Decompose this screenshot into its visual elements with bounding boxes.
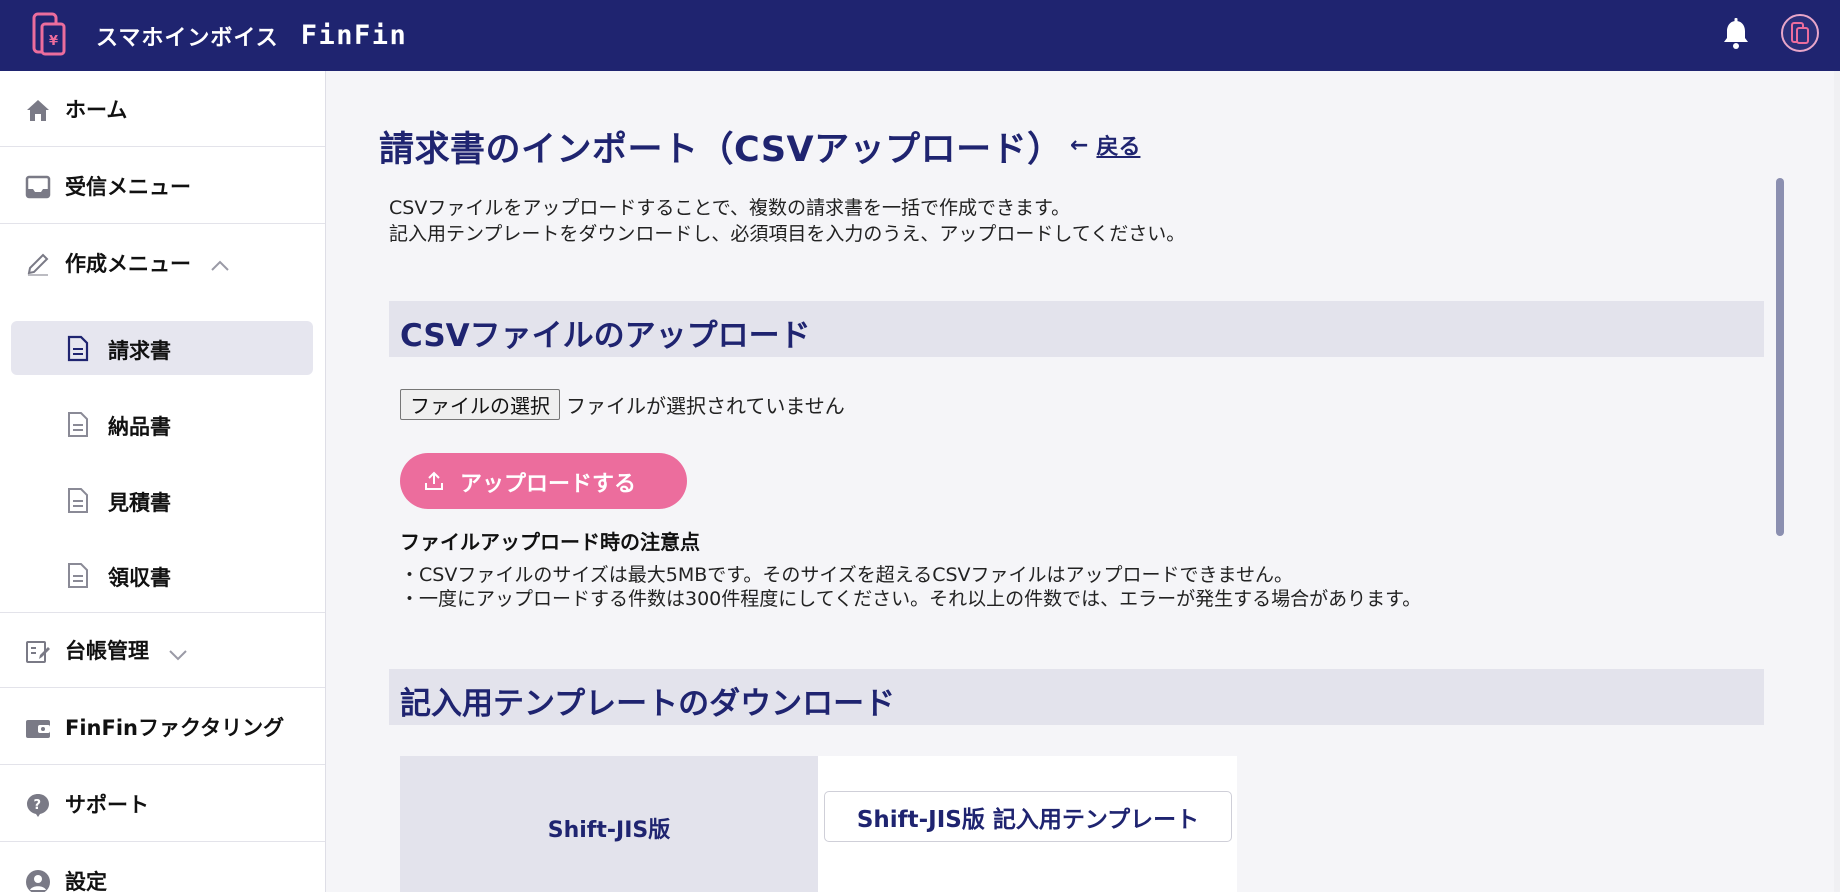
help-icon: ? xyxy=(24,792,52,818)
sidebar-item-label: 台帳管理 xyxy=(65,639,149,663)
top-header: ¥ スマホインボイス FinFin xyxy=(0,0,1840,71)
download-template-button[interactable]: Shift-JIS版 記入用テンプレート xyxy=(824,791,1232,842)
back-link-label: 戻る xyxy=(1096,135,1141,160)
sidebar-item-support[interactable]: ? サポート xyxy=(0,766,325,842)
sub-item-label: 見積書 xyxy=(108,491,171,515)
upload-button[interactable]: アップロードする xyxy=(400,453,687,509)
inbox-icon xyxy=(24,174,52,200)
document-icon xyxy=(67,562,89,589)
sidebar-item-label: 設定 xyxy=(65,870,107,892)
file-input: ファイルの選択 ファイルが選択されていません xyxy=(400,389,845,420)
brand-jp-text: スマホインボイス xyxy=(96,25,279,51)
document-icon xyxy=(67,487,89,514)
template-row-label: Shift-JIS版 xyxy=(547,818,671,843)
sub-item-label: 領収書 xyxy=(108,566,171,590)
file-status-text: ファイルが選択されていません xyxy=(566,394,845,418)
sub-item-label: 請求書 xyxy=(108,339,171,363)
upload-icon xyxy=(423,470,445,492)
file-select-button[interactable]: ファイルの選択 xyxy=(400,389,560,420)
user-icon xyxy=(24,869,52,892)
sidebar-item-inbox[interactable]: 受信メニュー xyxy=(0,148,325,224)
sub-item-invoice[interactable]: 請求書 xyxy=(11,321,313,375)
document-icon xyxy=(67,411,89,438)
template-row-label-cell: Shift-JIS版 xyxy=(400,756,818,892)
note-item: ・CSVファイルのサイズは最大5MBです。そのサイズを超えるCSVファイルはアッ… xyxy=(400,564,1293,586)
pencil-icon xyxy=(24,251,52,277)
sub-item-receipt[interactable]: 領収書 xyxy=(11,548,313,602)
sidebar-item-label: 作成メニュー xyxy=(65,252,191,276)
section-title: 記入用テンプレートのダウンロード xyxy=(400,686,896,722)
sidebar-item-ledger[interactable]: 台帳管理 xyxy=(0,612,325,688)
document-icon xyxy=(67,335,89,362)
scrollbar-thumb[interactable] xyxy=(1776,178,1784,536)
sidebar: ホーム 受信メニュー 作成メニュー 請求書 納品書 見積書 領収書 台帳管理 F… xyxy=(0,71,326,892)
svg-text:?: ? xyxy=(34,798,42,813)
sidebar-item-create-menu[interactable]: 作成メニュー xyxy=(0,225,325,301)
brand-name[interactable]: スマホインボイス FinFin xyxy=(96,0,407,71)
intro-text: CSVファイルをアップロードすることで、複数の請求書を一括で作成できます。 記入… xyxy=(389,195,1185,247)
intro-line: CSVファイルをアップロードすることで、複数の請求書を一括で作成できます。 xyxy=(389,197,1071,219)
scroll-track[interactable] xyxy=(1834,71,1840,892)
wallet-icon xyxy=(24,715,52,741)
notes-list: ・CSVファイルのサイズは最大5MBです。そのサイズを超えるCSVファイルはアッ… xyxy=(400,563,1421,611)
page-title: 請求書のインポート（CSVアップロード） xyxy=(379,130,1063,170)
home-icon xyxy=(24,97,52,123)
brand-en-text: FinFin xyxy=(300,20,408,51)
upload-button-label: アップロードする xyxy=(460,471,637,496)
app-logo-icon[interactable]: ¥ xyxy=(30,12,68,58)
sidebar-item-settings[interactable]: 設定 xyxy=(0,843,325,892)
sidebar-item-label: FinFinファクタリング xyxy=(65,715,285,740)
sidebar-item-factoring[interactable]: FinFinファクタリング xyxy=(0,689,325,765)
sidebar-item-home[interactable]: ホーム xyxy=(0,71,325,147)
sub-item-estimate[interactable]: 見積書 xyxy=(11,473,313,527)
avatar[interactable] xyxy=(1781,14,1819,52)
template-section-header: 記入用テンプレートのダウンロード xyxy=(389,669,1764,725)
chevron-down-icon[interactable] xyxy=(168,646,188,661)
svg-text:¥: ¥ xyxy=(49,34,58,49)
sidebar-item-label: 受信メニュー xyxy=(65,174,191,199)
sub-item-delivery-note[interactable]: 納品書 xyxy=(11,397,313,451)
notes-title: ファイルアップロード時の注意点 xyxy=(400,530,700,554)
sidebar-item-label: サポート xyxy=(65,792,149,817)
ledger-icon xyxy=(24,639,52,665)
chevron-up-icon[interactable] xyxy=(210,257,230,271)
sidebar-item-label: ホーム xyxy=(65,97,128,122)
section-title: CSVファイルのアップロード xyxy=(400,318,811,354)
template-table: Shift-JIS版 Shift-JIS版 記入用テンプレート xyxy=(400,756,1237,892)
bell-icon[interactable] xyxy=(1720,17,1752,51)
arrow-left-icon: ← xyxy=(1070,132,1089,158)
back-link[interactable]: ← 戻る xyxy=(1070,129,1140,161)
sub-item-label: 納品書 xyxy=(108,415,171,439)
main-content: 請求書のインポート（CSVアップロード） ← 戻る CSVファイルをアップロード… xyxy=(327,71,1840,892)
upload-section-header: CSVファイルのアップロード xyxy=(389,301,1764,357)
note-item: ・一度にアップロードする件数は300件程度にしてください。それ以上の件数では、エ… xyxy=(400,588,1422,610)
intro-line: 記入用テンプレートをダウンロードし、必須項目を入力のうえ、アップロードしてくださ… xyxy=(389,223,1186,245)
